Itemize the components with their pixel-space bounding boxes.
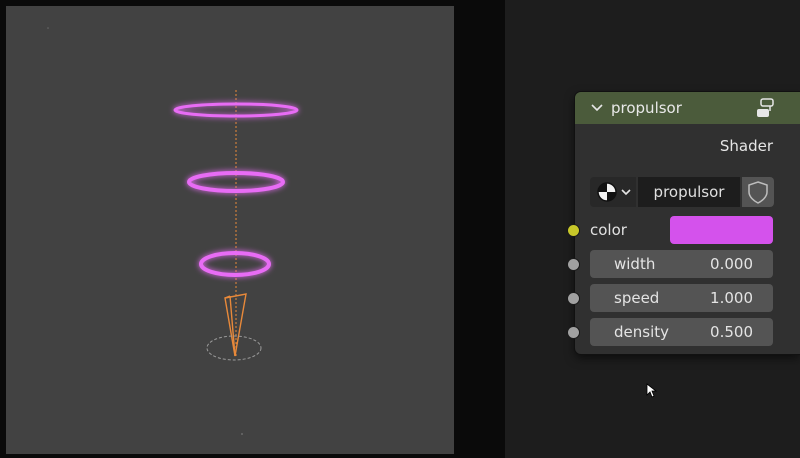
glow-ring-bottom (199, 251, 271, 277)
fake-user-button[interactable] (742, 177, 774, 207)
speed-input-socket[interactable] (568, 293, 579, 304)
material-browse-button[interactable] (590, 177, 636, 207)
color-input-socket[interactable] (568, 225, 579, 236)
color-input-label: color (590, 221, 627, 239)
material-selector[interactable]: propulsor (590, 177, 774, 207)
node-title: propulsor (611, 99, 682, 117)
density-label: density (614, 323, 669, 341)
density-input-socket[interactable] (568, 327, 579, 338)
width-input-socket[interactable] (568, 259, 579, 270)
width-value: 0.000 (710, 255, 753, 273)
color-swatch[interactable] (670, 216, 773, 244)
density-field[interactable]: density 0.500 (590, 318, 773, 346)
speed-field[interactable]: speed 1.000 (590, 284, 773, 312)
material-sphere-icon (597, 182, 631, 202)
width-label: width (614, 255, 656, 273)
density-value: 0.500 (710, 323, 753, 341)
shield-icon (748, 181, 768, 204)
node-header[interactable]: propulsor (575, 92, 800, 124)
width-field[interactable]: width 0.000 (590, 250, 773, 278)
3d-viewport[interactable] (6, 6, 454, 454)
speed-label: speed (614, 289, 660, 307)
viewport-scene (47, 27, 299, 435)
material-name-field[interactable]: propulsor (638, 177, 740, 207)
shader-output-label: Shader (719, 137, 773, 155)
propulsor-node[interactable]: propulsor Shader propulsor color width 0… (575, 92, 800, 354)
speed-value: 1.000 (710, 289, 753, 307)
mouse-cursor-icon (646, 383, 658, 398)
node-group-icon[interactable] (755, 97, 777, 119)
chevron-down-icon[interactable] (589, 100, 605, 116)
